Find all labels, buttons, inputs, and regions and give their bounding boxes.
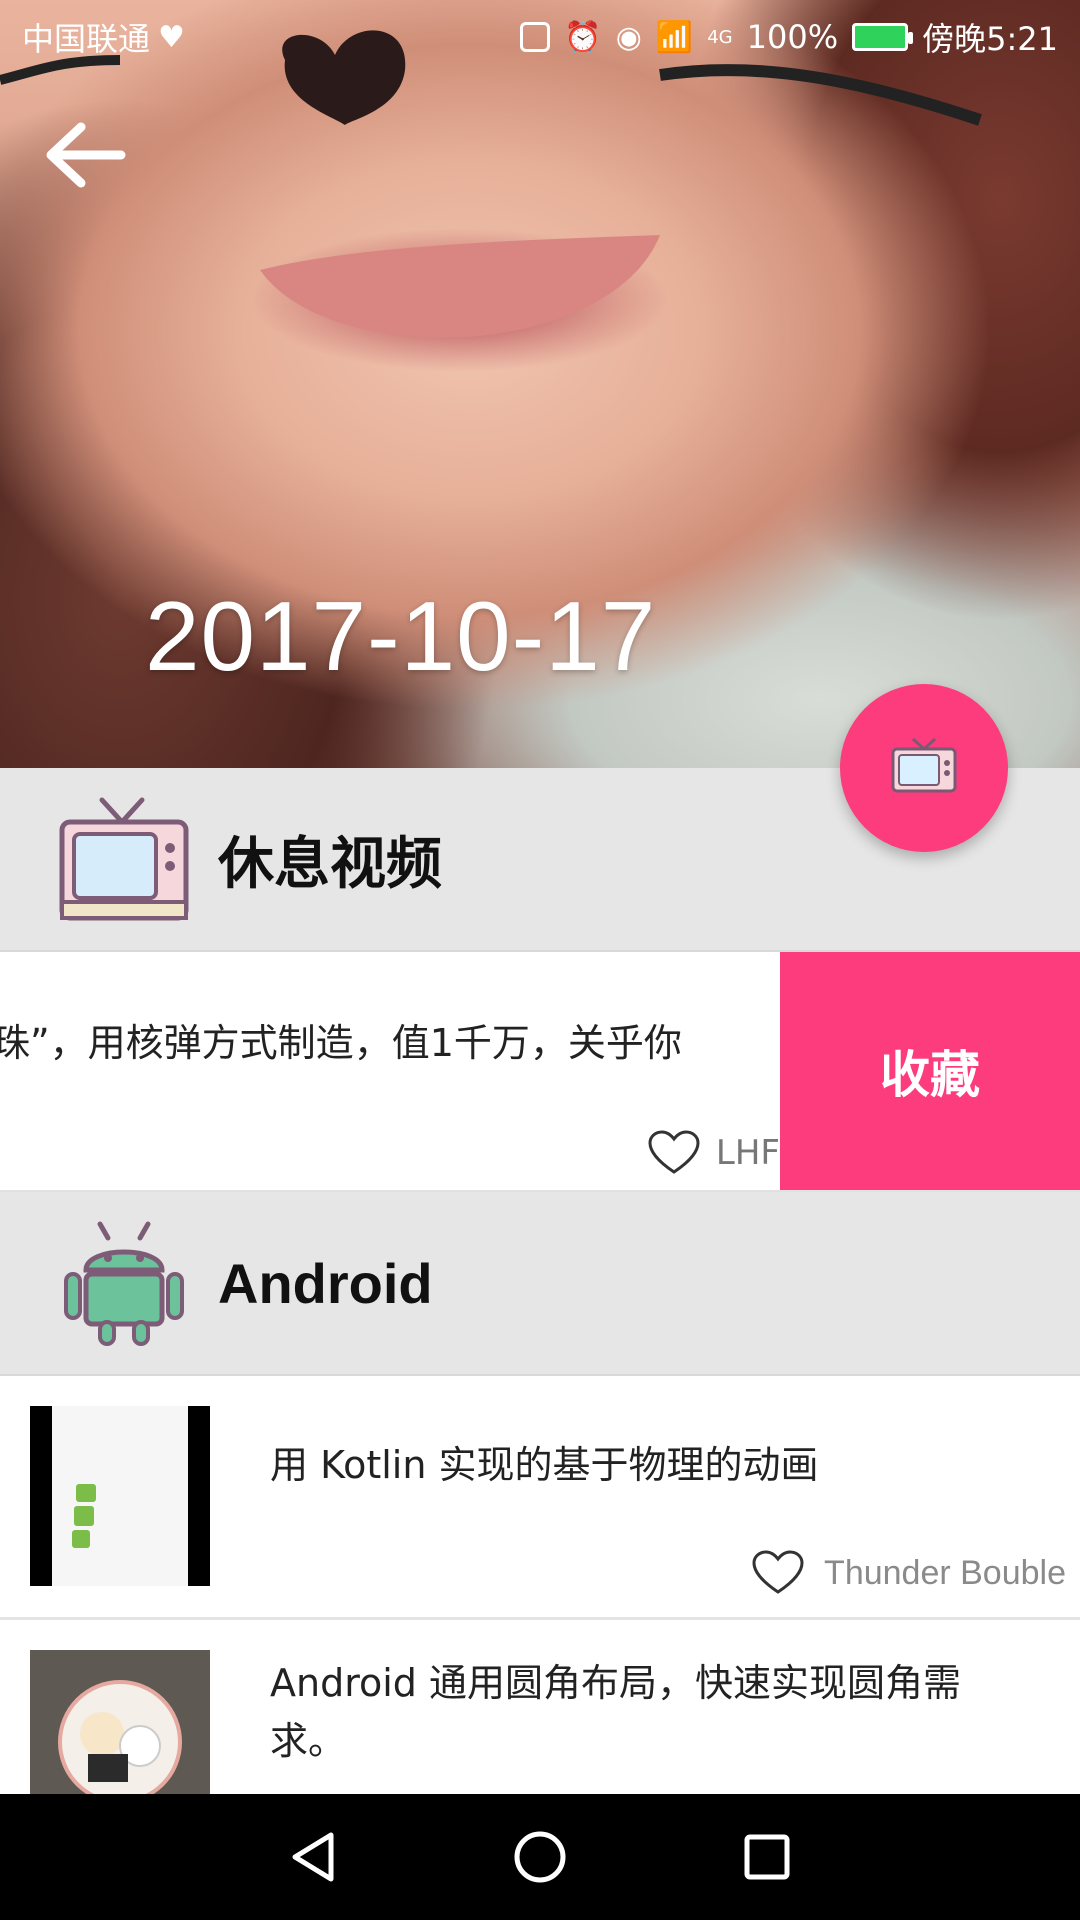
home-nav-button[interactable] — [500, 1817, 580, 1897]
section-title: Android — [218, 1251, 433, 1315]
item-meta: Thunder Bouble — [750, 1550, 1066, 1596]
collect-button[interactable]: 收藏 — [780, 952, 1080, 1190]
eye-icon: ◉ — [615, 19, 642, 55]
wifi-icon: 📶 — [655, 19, 694, 55]
section-title: 休息视频 — [218, 831, 442, 897]
item-thumbnail — [30, 1406, 210, 1586]
alarm-icon: ⏰ — [564, 19, 602, 55]
item-thumbnail — [30, 1650, 210, 1794]
heart-icon — [752, 1550, 804, 1594]
back-button[interactable] — [36, 110, 136, 200]
heart-icon — [648, 1130, 700, 1174]
anime-avatar-image — [58, 1680, 182, 1794]
android-icon — [64, 1221, 184, 1346]
tv-fab-button[interactable] — [840, 684, 1008, 852]
list-item[interactable]: 用 Kotlin 实现的基于物理的动画 Thunder Bouble — [0, 1376, 1080, 1620]
triangle-back-icon — [292, 1832, 334, 1882]
network-label: 4G — [707, 26, 733, 48]
tv-icon — [891, 737, 957, 793]
section-header-android: Android — [0, 1192, 1080, 1376]
android-figures-image — [72, 1484, 96, 1548]
item-author: LHF — [715, 1133, 780, 1173]
list-item[interactable]: Android 通用圆角布局，快速实现圆角需求。 — [0, 1620, 1080, 1794]
tv-icon — [59, 797, 189, 921]
item-title: 用 Kotlin 实现的基于物理的动画 — [270, 1443, 819, 1487]
back-nav-button[interactable] — [273, 1817, 353, 1897]
item-author: Thunder Bouble — [824, 1553, 1066, 1592]
circle-home-icon — [514, 1831, 566, 1883]
health-icon: ♥ — [158, 19, 185, 55]
clock: 傍晚5:21 — [922, 20, 1058, 58]
recents-nav-button[interactable] — [727, 1817, 807, 1897]
item-meta: LHF — [646, 1130, 780, 1176]
square-recents-icon — [744, 1834, 790, 1880]
nfc-icon — [520, 22, 551, 52]
battery-icon — [852, 23, 914, 51]
carrier-label: 中国联通 — [22, 20, 151, 58]
list-item-swiped[interactable]: 珠”，用核弹方式制造，值1千万，关乎你 LHF 收藏 — [0, 952, 1080, 1192]
status-bar: 中国联通 ♥ ⏰ ◉ 📶 4G 100% 傍晚5:21 — [0, 0, 1080, 74]
arrow-left-icon — [46, 122, 126, 188]
navigation-bar — [0, 1794, 1080, 1920]
item-title: Android 通用圆角布局，快速实现圆角需求。 — [270, 1661, 961, 1763]
item-title: 珠”，用核弹方式制造，值1千万，关乎你 — [0, 1021, 682, 1065]
header-date: 2017-10-17 — [145, 581, 657, 691]
battery-percent: 100% — [746, 18, 839, 56]
